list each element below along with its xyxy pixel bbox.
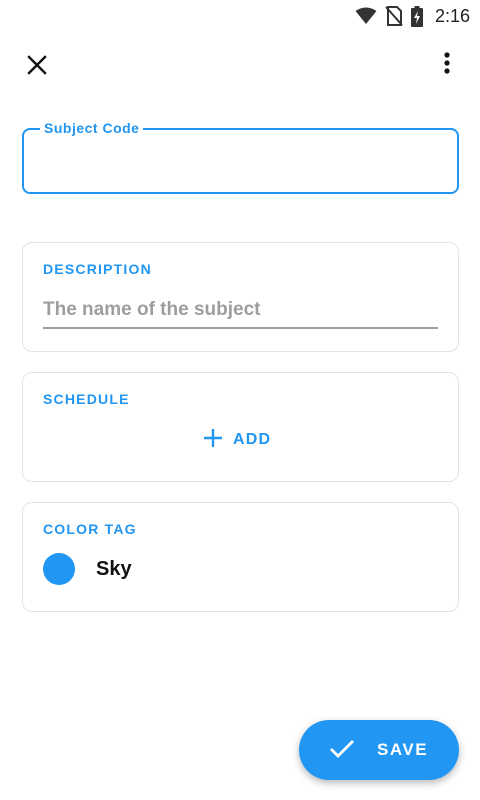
battery-charging-icon (410, 5, 423, 27)
add-schedule-button[interactable]: ADD (203, 425, 271, 455)
description-title: DESCRIPTION (43, 261, 152, 277)
more-options-button[interactable] (432, 50, 462, 80)
schedule-title: SCHEDULE (43, 391, 130, 407)
status-icons: 2:16 (355, 4, 470, 28)
save-label: SAVE (377, 740, 429, 759)
description-card: DESCRIPTION (22, 242, 459, 352)
add-schedule-label: ADD (233, 431, 272, 448)
color-swatch (43, 553, 75, 585)
check-icon (329, 738, 355, 765)
close-button[interactable] (22, 52, 52, 82)
status-time: 2:16 (434, 5, 470, 26)
close-icon (27, 54, 47, 80)
plus-icon (203, 428, 223, 453)
description-input[interactable] (43, 293, 438, 329)
color-tag-selector[interactable]: Sky (43, 553, 132, 585)
no-sim-icon (385, 6, 403, 26)
status-bar: 2:16 (0, 0, 480, 32)
wifi-icon (355, 7, 377, 25)
schedule-card: SCHEDULE ADD (22, 372, 459, 482)
subject-code-label: Subject Code (40, 120, 144, 136)
save-button[interactable]: SAVE (299, 720, 459, 780)
color-tag-title: COLOR TAG (43, 521, 137, 537)
more-vert-icon (444, 51, 450, 79)
color-tag-card: COLOR TAG Sky (22, 502, 459, 612)
subject-code-field[interactable]: Subject Code (22, 120, 459, 194)
subject-code-input[interactable] (40, 148, 440, 176)
color-name: Sky (96, 557, 132, 580)
